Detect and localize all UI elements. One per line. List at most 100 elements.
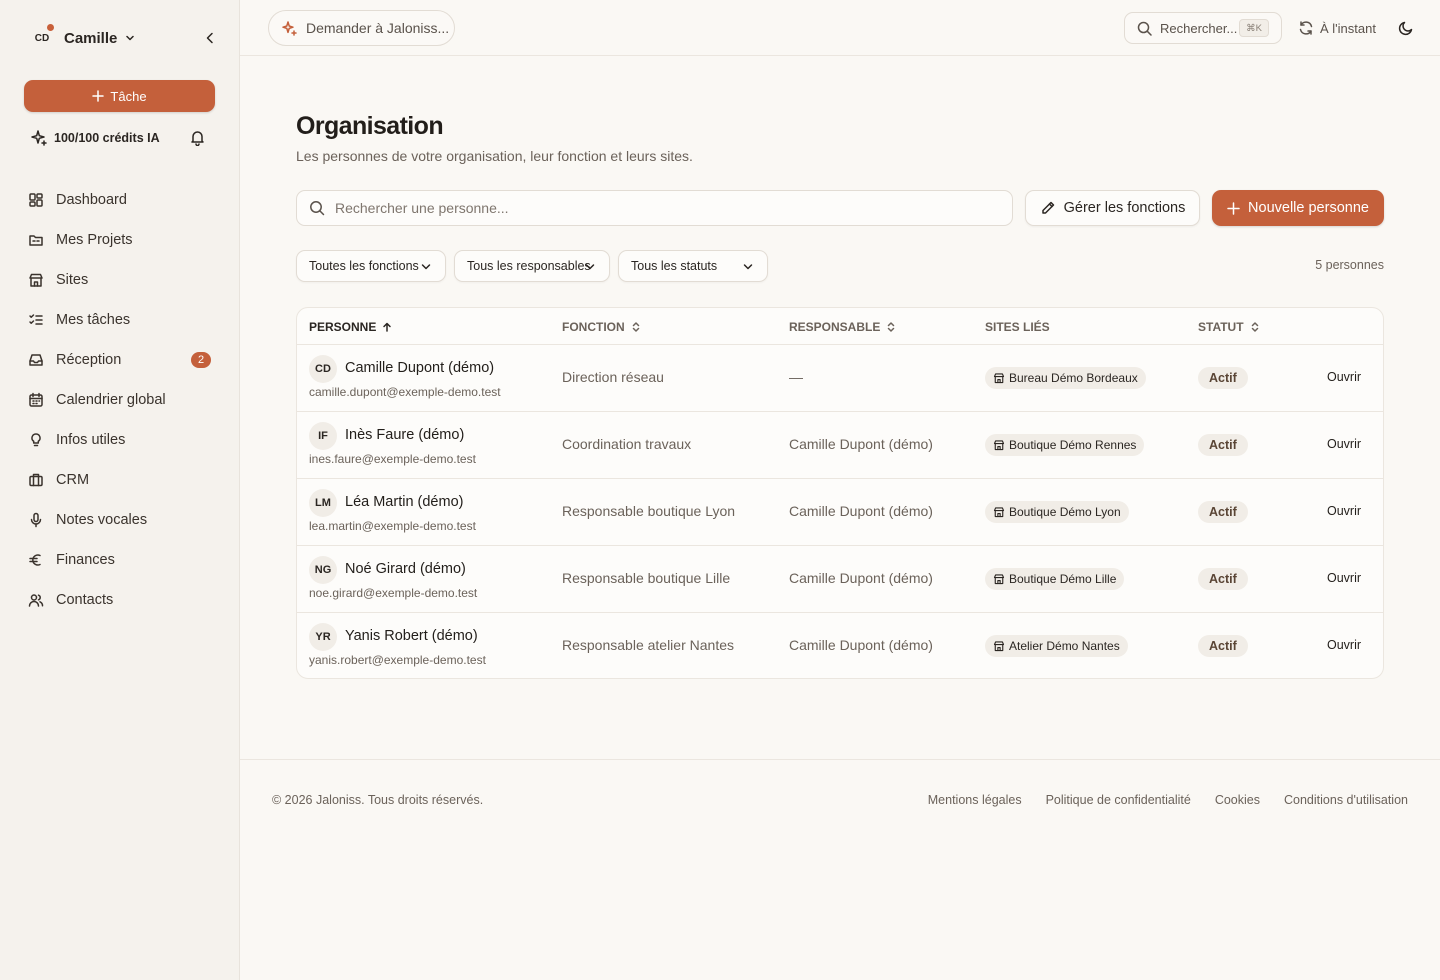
footer-links: Mentions légales Politique de confidenti… bbox=[928, 793, 1408, 807]
shortcut-hint: ⌘K bbox=[1239, 19, 1269, 37]
sidebar-item-crm[interactable]: CRM bbox=[24, 460, 216, 500]
sidebar-item-contacts[interactable]: Contacts bbox=[24, 580, 216, 620]
person-name: Camille Dupont (démo) bbox=[345, 360, 495, 376]
footer-link-privacy[interactable]: Politique de confidentialité bbox=[1046, 793, 1191, 807]
status-badge: Actif bbox=[1198, 635, 1248, 657]
site-chip[interactable]: Boutique Démo Lyon bbox=[985, 501, 1129, 523]
table-header: Personne Fonction Responsable Sites liés… bbox=[297, 308, 1383, 345]
site-chip-label: Boutique Démo Rennes bbox=[1009, 438, 1137, 452]
sidebar-item-projects[interactable]: Mes Projets bbox=[24, 220, 216, 260]
inbox-count-badge: 2 bbox=[191, 352, 211, 368]
open-person-link[interactable]: Ouvrir bbox=[1327, 437, 1361, 451]
status-dot bbox=[47, 24, 54, 31]
table-row[interactable]: NG Noé Girard (démo) noe.girard@exemple-… bbox=[297, 546, 1383, 613]
sort-icon bbox=[888, 322, 895, 332]
global-search[interactable]: Rechercher... ⌘K bbox=[1124, 12, 1282, 44]
store-icon bbox=[993, 574, 1005, 585]
new-person-button[interactable]: Nouvelle personne bbox=[1212, 190, 1384, 226]
chevron-down-icon bbox=[585, 264, 595, 270]
sidebar-item-finances[interactable]: Finances bbox=[24, 540, 216, 580]
moon-icon[interactable] bbox=[1398, 20, 1414, 36]
sparkles-icon bbox=[31, 130, 47, 146]
new-task-button[interactable]: Tâche bbox=[24, 80, 215, 112]
briefcase-icon bbox=[29, 473, 43, 487]
collapse-sidebar-icon[interactable] bbox=[202, 30, 218, 46]
person-function: Responsable boutique Lyon bbox=[562, 503, 736, 519]
search-icon bbox=[1137, 21, 1152, 36]
open-person-link[interactable]: Ouvrir bbox=[1327, 571, 1361, 585]
plus-icon bbox=[1227, 201, 1240, 215]
column-header-manager[interactable]: Responsable bbox=[789, 320, 896, 334]
new-task-label: Tâche bbox=[110, 88, 147, 104]
open-person-link[interactable]: Ouvrir bbox=[1327, 370, 1361, 384]
table-row[interactable]: YR Yanis Robert (démo) yanis.robert@exem… bbox=[297, 613, 1383, 678]
column-header-sites: Sites liés bbox=[985, 320, 1050, 334]
sidebar-item-tasks[interactable]: Mes tâches bbox=[24, 300, 216, 340]
column-header-status[interactable]: Statut bbox=[1198, 320, 1260, 334]
sidebar-item-useful-info[interactable]: Infos utiles bbox=[24, 420, 216, 460]
sort-icon bbox=[1251, 322, 1258, 332]
table-row[interactable]: CD Camille Dupont (démo) camille.dupont@… bbox=[297, 345, 1383, 412]
calendar-icon bbox=[29, 392, 43, 407]
person-search[interactable] bbox=[296, 190, 1013, 226]
filter-managers[interactable]: Tous les responsables bbox=[454, 250, 610, 282]
filter-statuses[interactable]: Tous les statuts bbox=[618, 250, 768, 282]
site-chip[interactable]: Atelier Démo Nantes bbox=[985, 635, 1128, 657]
person-email: lea.martin@exemple-demo.test bbox=[309, 519, 476, 533]
sidebar-item-inbox[interactable]: Réception 2 bbox=[24, 340, 216, 380]
site-chip-label: Boutique Démo Lyon bbox=[1009, 505, 1121, 519]
filter-managers-label: Tous les responsables bbox=[467, 259, 591, 273]
status-badge: Actif bbox=[1198, 367, 1248, 389]
ask-ai-button[interactable]: Demander à Jaloniss... bbox=[268, 10, 455, 46]
user-menu[interactable]: CD Camille bbox=[28, 22, 218, 54]
ai-credits-label: 100/100 crédits IA bbox=[54, 131, 160, 145]
person-search-input[interactable] bbox=[335, 200, 1012, 216]
lightbulb-icon bbox=[31, 433, 41, 447]
open-person-link[interactable]: Ouvrir bbox=[1327, 638, 1361, 652]
sync-status[interactable]: À l'instant bbox=[1298, 16, 1376, 40]
column-header-person[interactable]: Personne bbox=[309, 320, 392, 334]
search-icon bbox=[310, 201, 325, 216]
avatar: LM bbox=[309, 489, 337, 517]
euro-icon bbox=[29, 554, 41, 566]
ai-credits: 100/100 crédits IA bbox=[30, 126, 210, 150]
sidebar-item-label: Finances bbox=[56, 552, 115, 568]
person-function: Responsable atelier Nantes bbox=[562, 637, 734, 653]
sidebar-item-label: CRM bbox=[56, 472, 90, 488]
person-function: Responsable boutique Lille bbox=[562, 570, 731, 586]
sidebar-item-label: Mes tâches bbox=[56, 312, 131, 328]
footer-link-legal[interactable]: Mentions légales bbox=[928, 793, 1022, 807]
site-chip[interactable]: Bureau Démo Bordeaux bbox=[985, 367, 1146, 389]
microphone-icon bbox=[30, 512, 42, 528]
new-person-label: Nouvelle personne bbox=[1248, 200, 1369, 216]
store-icon bbox=[993, 507, 1005, 518]
sidebar: CD Camille Tâche 100/100 crédits IA Dash… bbox=[0, 0, 240, 980]
person-name: Yanis Robert (démo) bbox=[345, 628, 478, 644]
person-function: Coordination travaux bbox=[562, 436, 692, 452]
bell-icon[interactable] bbox=[189, 129, 206, 146]
inbox-icon bbox=[29, 354, 43, 366]
site-chip[interactable]: Boutique Démo Lille bbox=[985, 568, 1125, 590]
footer-link-terms[interactable]: Conditions d'utilisation bbox=[1284, 793, 1408, 807]
table-row[interactable]: LM Léa Martin (démo) lea.martin@exemple-… bbox=[297, 479, 1383, 546]
column-header-function[interactable]: Fonction bbox=[562, 320, 641, 334]
footer: © 2026 Jaloniss. Tous droits réservés. M… bbox=[240, 759, 1440, 980]
column-header-label: Personne bbox=[309, 320, 377, 334]
ask-ai-label: Demander à Jaloniss... bbox=[306, 20, 450, 36]
footer-link-cookies[interactable]: Cookies bbox=[1215, 793, 1260, 807]
person-email: yanis.robert@exemple-demo.test bbox=[309, 653, 486, 667]
column-header-label: Sites liés bbox=[985, 320, 1050, 334]
site-chip[interactable]: Boutique Démo Rennes bbox=[985, 434, 1145, 456]
open-person-link[interactable]: Ouvrir bbox=[1327, 504, 1361, 518]
manage-functions-button[interactable]: Gérer les fonctions bbox=[1025, 190, 1200, 226]
page-subtitle: Les personnes de votre organisation, leu… bbox=[296, 148, 693, 164]
people-count: 5 personnes bbox=[1315, 258, 1384, 272]
store-icon bbox=[993, 373, 1005, 384]
sidebar-item-voice-notes[interactable]: Notes vocales bbox=[24, 500, 216, 540]
table-row[interactable]: IF Inès Faure (démo) ines.faure@exemple-… bbox=[297, 412, 1383, 479]
sidebar-item-dashboard[interactable]: Dashboard bbox=[24, 180, 216, 220]
sidebar-item-sites[interactable]: Sites bbox=[24, 260, 216, 300]
filter-functions[interactable]: Toutes les fonctions bbox=[296, 250, 446, 282]
sidebar-item-label: Dashboard bbox=[56, 192, 127, 208]
sidebar-item-calendar[interactable]: Calendrier global bbox=[24, 380, 216, 420]
